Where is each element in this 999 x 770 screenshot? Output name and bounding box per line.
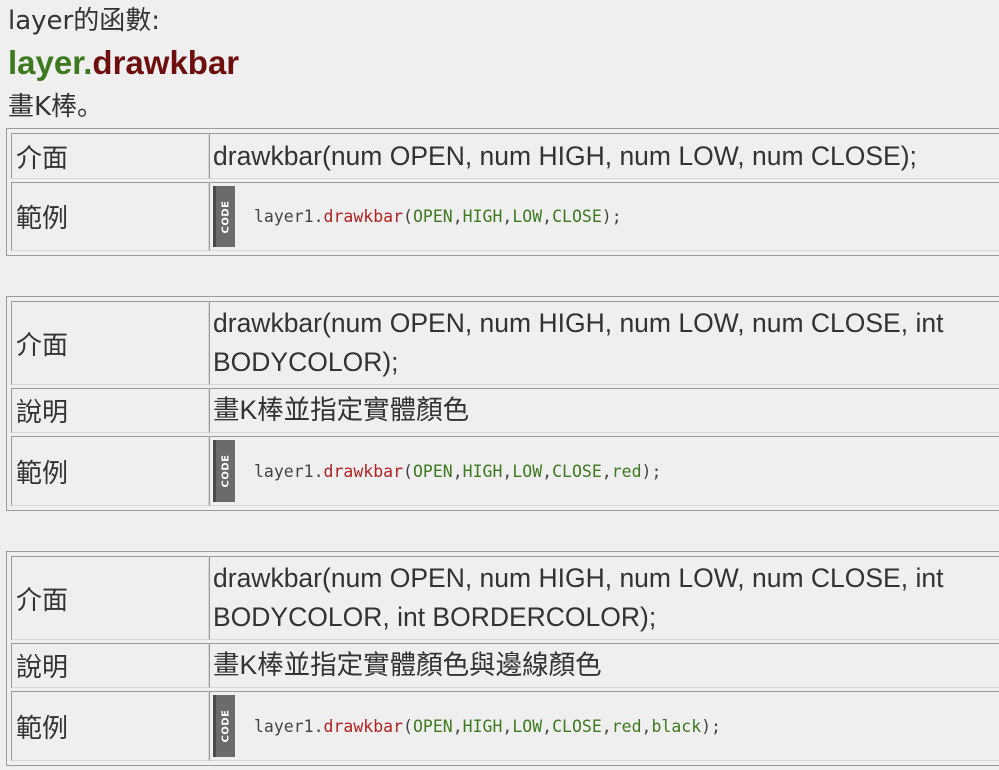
- interface-label: 介面: [16, 585, 69, 616]
- interface-signature: drawkbar(num OPEN, num HIGH, num LOW, nu…: [213, 563, 944, 632]
- code-example: layer1. drawkbar(OPEN, HIGH, LOW, CLOSE, …: [254, 461, 662, 481]
- code-badge: CODE: [213, 440, 235, 502]
- example-row: 範例 CODE layer1. drawkbar(OPEN, HIGH, LOW,…: [7, 436, 999, 506]
- example-label: 範例: [16, 204, 69, 234]
- overload-table-2: 介面 drawkbar(num OPEN, num HIGH, num LOW,…: [6, 296, 999, 511]
- function-title: layer.drawkbar: [8, 42, 239, 84]
- explain-row: 說明 畫K棒並指定實體顏色與邊線顏色: [7, 643, 999, 688]
- explain-label: 說明: [16, 653, 69, 683]
- example-row: 範例 CODE layer1. drawkbar(OPEN, HIGH, LOW,…: [7, 182, 999, 251]
- interface-row: 介面 drawkbar(num OPEN, num HIGH, num LOW,…: [7, 556, 999, 640]
- code-badge: CODE: [213, 695, 235, 757]
- explain-text: 畫K棒並指定實體顏色: [213, 395, 470, 425]
- code-tag-text: CODE: [220, 200, 231, 233]
- interface-signature: drawkbar(num OPEN, num HIGH, num LOW, nu…: [213, 308, 944, 377]
- function-name: drawkbar: [92, 44, 240, 81]
- code-tag-text: CODE: [220, 454, 231, 488]
- section-header: layer的函數:: [8, 6, 160, 36]
- interface-row: 介面 drawkbar(num OPEN, num HIGH, num LOW,…: [7, 133, 999, 179]
- overload-table-1: 介面 drawkbar(num OPEN, num HIGH, num LOW,…: [6, 128, 999, 256]
- code-badge: CODE: [213, 186, 235, 247]
- example-label: 範例: [16, 713, 69, 744]
- overload-table-3: 介面 drawkbar(num OPEN, num HIGH, num LOW,…: [6, 551, 999, 766]
- code-example: layer1. drawkbar(OPEN, HIGH, LOW, CLOSE);: [254, 207, 622, 226]
- code-example: layer1. drawkbar(OPEN, HIGH, LOW, CLOSE, …: [254, 716, 721, 736]
- code-tag-text: CODE: [220, 709, 231, 743]
- example-row: 範例 CODE layer1. drawkbar(OPEN, HIGH, LOW,…: [7, 691, 999, 761]
- example-label: 範例: [16, 458, 69, 489]
- interface-label: 介面: [16, 330, 69, 361]
- explain-row: 說明 畫K棒並指定實體顏色: [7, 388, 999, 433]
- interface-signature: drawkbar(num OPEN, num HIGH, num LOW, nu…: [213, 140, 917, 171]
- function-description: 畫K棒。: [8, 92, 104, 122]
- explain-label: 說明: [16, 398, 69, 428]
- interface-label: 介面: [16, 143, 69, 174]
- function-object-name: layer.: [8, 44, 93, 81]
- explain-text: 畫K棒並指定實體顏色與邊線顏色: [213, 650, 602, 680]
- interface-row: 介面 drawkbar(num OPEN, num HIGH, num LOW,…: [7, 301, 999, 385]
